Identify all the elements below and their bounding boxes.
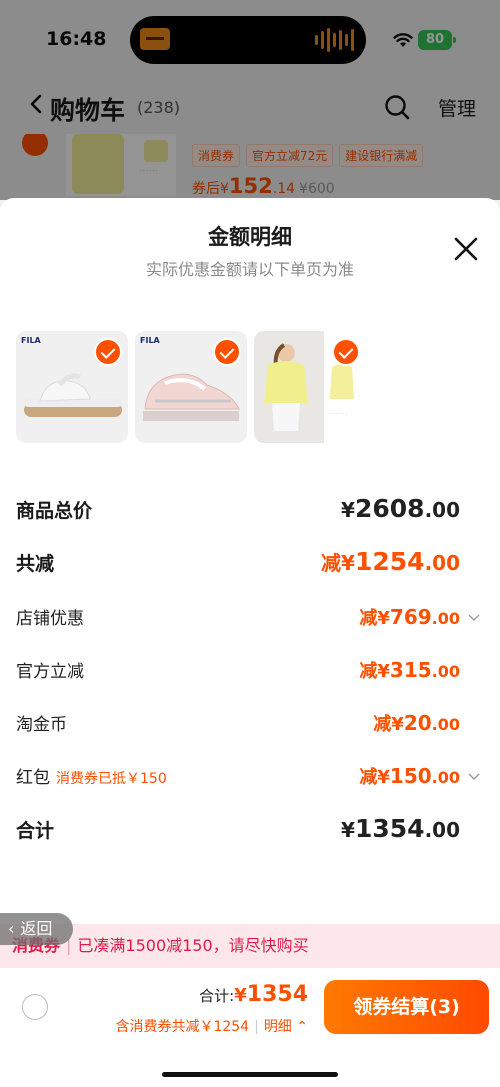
official-discount-value: 减¥315.00	[359, 658, 460, 682]
grand-total-value: ¥1354.00	[341, 814, 460, 843]
voucher-promo-bar[interactable]: 消费券 | 已凑满1500减150，请尽快购买	[0, 924, 500, 968]
shop-discount-value: 减¥769.00	[359, 605, 460, 629]
checkout-button[interactable]: 领券结算(3)	[324, 980, 489, 1034]
chevron-up-icon: ⌃	[296, 1019, 308, 1035]
checkout-bar: 合计:¥1354 含消费券共减￥1254 | 明细 ⌃ 领券结算(3)	[0, 968, 500, 1044]
discount-summary: 含消费券共减￥1254 | 明细 ⌃	[115, 1019, 308, 1035]
goods-total-value: ¥2608.00	[341, 494, 460, 523]
chevron-down-icon[interactable]	[468, 614, 480, 622]
official-discount-label: 官方立减	[16, 662, 84, 682]
svg-text:· · · · · · · ·: · · · · · · · ·	[328, 411, 347, 416]
product-thumbnails: FILA FILA · · · · · · · ·	[16, 331, 366, 443]
thumbnail-coat[interactable]: · · · · · · · ·	[254, 331, 366, 443]
total-discount-label: 共减	[16, 553, 55, 575]
voucher-note: 消费券已抵￥150	[56, 771, 167, 787]
red-packet-label: 红包 消费券已抵￥150	[16, 768, 167, 788]
chevron-down-icon[interactable]	[468, 773, 480, 781]
grand-total-label: 合计	[16, 820, 55, 842]
thumbnail-sandal[interactable]: FILA	[16, 331, 128, 443]
thumbnail-sneaker[interactable]: FILA	[135, 331, 247, 443]
home-indicator[interactable]	[162, 1072, 338, 1077]
total-discount-value: 减¥1254.00	[321, 547, 460, 576]
sandal-icon	[24, 373, 122, 417]
floating-back-button[interactable]: ‹ 返回	[0, 913, 73, 945]
sneaker-icon	[143, 373, 240, 421]
sheet-title: 金额明细	[208, 225, 292, 249]
back-arrow-icon: ‹	[8, 919, 15, 938]
taojin-coin-value: 减¥20.00	[373, 711, 460, 735]
red-packet-value: 减¥150.00	[359, 764, 460, 788]
shop-discount-label: 店铺优惠	[16, 609, 84, 629]
bottom-total: 合计:¥1354	[199, 982, 308, 1007]
goods-total-label: 商品总价	[16, 500, 93, 522]
taojin-coin-label: 淘金币	[16, 715, 67, 735]
checked-icon	[332, 338, 360, 366]
sheet-subtitle: 实际优惠金额请以下单页为准	[145, 260, 354, 279]
promo-text: 已凑满1500减150，请尽快购买	[77, 936, 309, 955]
detail-toggle[interactable]: 明细 ⌃	[264, 1019, 308, 1035]
modal-overlay[interactable]	[0, 0, 500, 200]
select-all-checkbox[interactable]	[22, 994, 48, 1020]
close-icon[interactable]	[453, 236, 479, 262]
